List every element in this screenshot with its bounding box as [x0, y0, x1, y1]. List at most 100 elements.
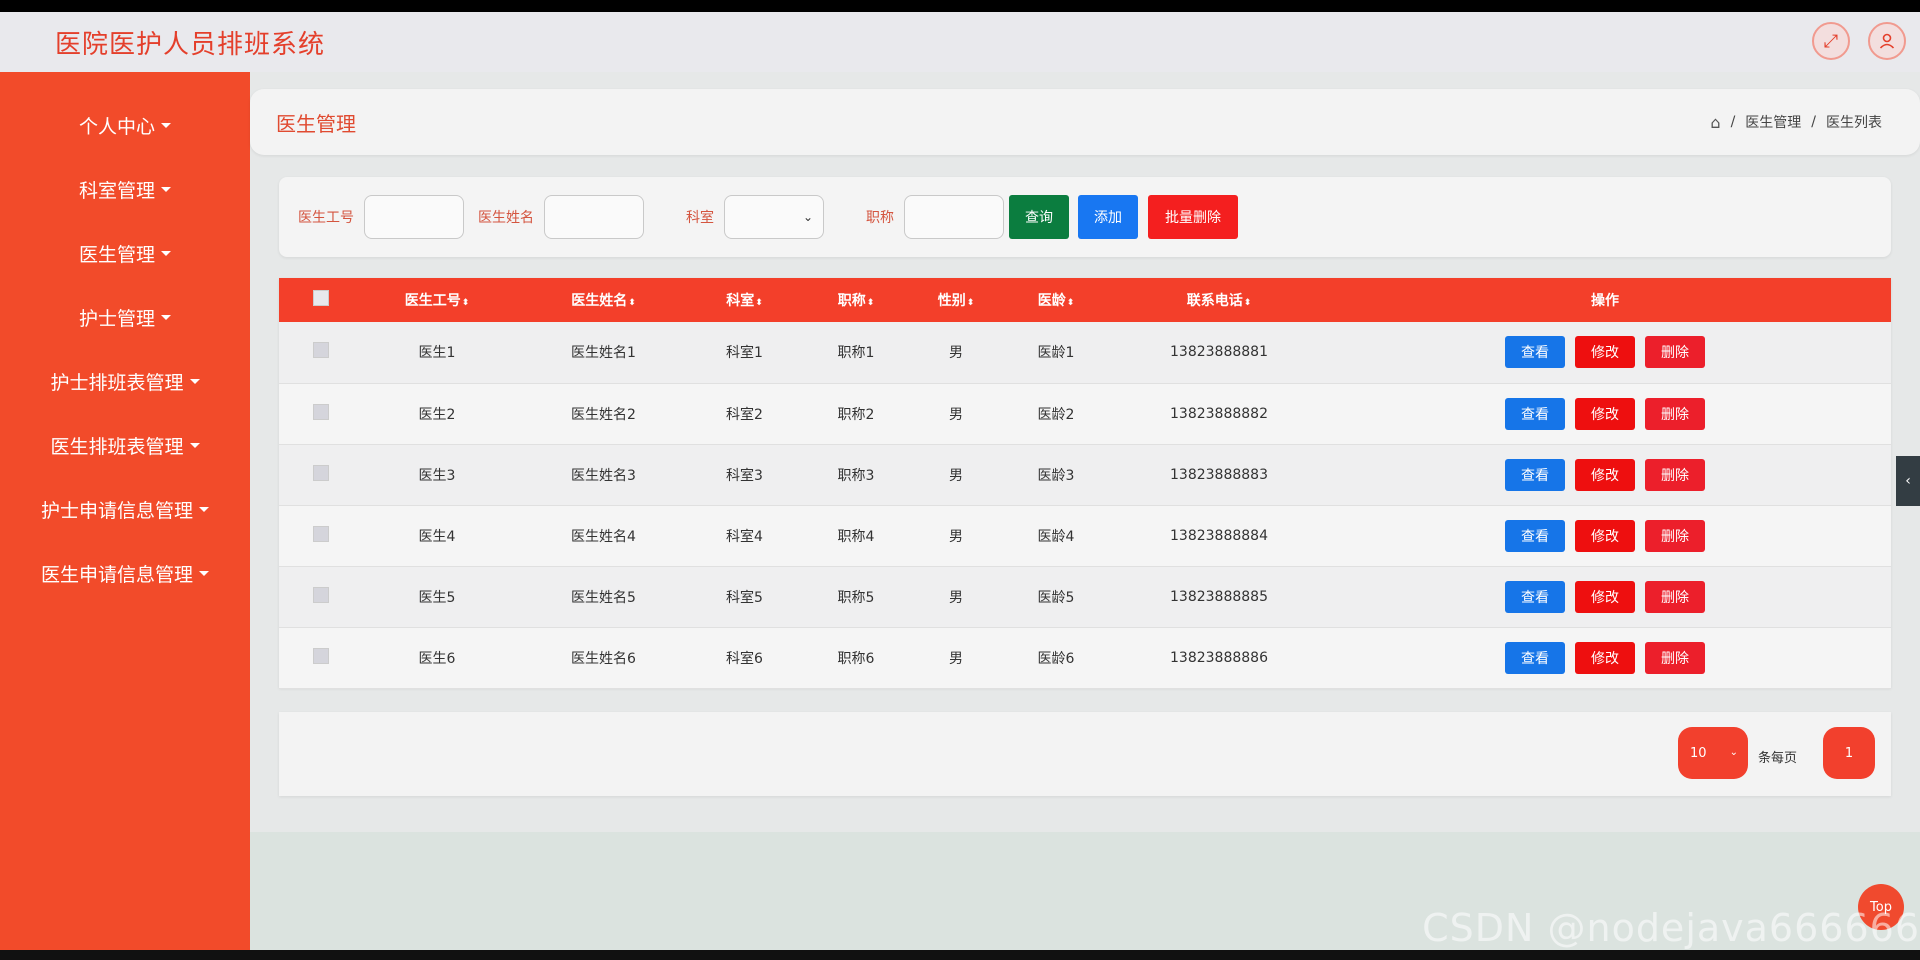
collapse-panel-icon[interactable]: ‹ [1896, 456, 1920, 506]
view-button[interactable]: 查看 [1505, 580, 1565, 613]
sidebar-item-doctor-application[interactable]: 医生申请信息管理 [0, 541, 250, 605]
delete-button[interactable]: 删除 [1645, 336, 1705, 369]
doctor-name-label: 医生姓名 [478, 210, 534, 226]
cell-age: 医龄5 [1037, 589, 1075, 606]
delete-button[interactable]: 删除 [1645, 519, 1705, 552]
doctor-id-input[interactable] [364, 195, 464, 239]
department-label: 科室 [686, 210, 714, 226]
cell-gender: 男 [949, 406, 963, 423]
cell-dept: 科室2 [726, 406, 763, 423]
column-header[interactable]: 联系电话⬍ [1119, 278, 1319, 322]
delete-button[interactable]: 删除 [1645, 458, 1705, 491]
column-header[interactable]: 科室⬍ [696, 278, 793, 322]
view-button[interactable]: 查看 [1505, 458, 1565, 491]
cell-gender: 男 [949, 589, 963, 606]
caret-down-icon [161, 122, 171, 128]
main-content: 医生管理 ⌂ / 医生管理 / 医生列表 医生工号 医生姓名 科室 ⌄ 职称 查… [250, 72, 1920, 950]
view-button[interactable]: 查看 [1505, 519, 1565, 552]
delete-button[interactable]: 删除 [1645, 397, 1705, 430]
top-icons: ⤢ [1812, 22, 1906, 60]
caret-down-icon [199, 506, 209, 512]
bottom-bar [0, 950, 1920, 960]
add-button[interactable]: 添加 [1078, 195, 1138, 239]
sidebar-item-nurse[interactable]: 护士管理 [0, 285, 250, 349]
cell-name: 医生姓名3 [571, 467, 636, 484]
cell-phone: 13823888883 [1170, 466, 1268, 483]
pagination: 10 ⌄ 条每页 1 [279, 712, 1891, 796]
cell-dept: 科室3 [726, 467, 763, 484]
column-header[interactable]: 职称⬍ [793, 278, 919, 322]
row-checkbox[interactable] [313, 647, 329, 664]
sidebar-item-department[interactable]: 科室管理 [0, 157, 250, 221]
cell-title: 职称4 [837, 528, 875, 545]
cell-age: 医龄1 [1037, 345, 1075, 362]
view-button[interactable]: 查看 [1505, 641, 1565, 674]
column-header[interactable]: 医生姓名⬍ [511, 278, 696, 322]
column-header[interactable]: 医生工号⬍ [363, 278, 511, 322]
column-header[interactable]: 性别⬍ [919, 278, 993, 322]
sidebar-item-nurse-schedule[interactable]: 护士排班表管理 [0, 349, 250, 413]
row-checkbox[interactable] [313, 586, 329, 603]
column-header[interactable]: 医龄⬍ [993, 278, 1119, 322]
cell-id: 医生1 [418, 345, 456, 362]
delete-button[interactable]: 删除 [1645, 580, 1705, 613]
cell-phone: 13823888884 [1170, 527, 1268, 544]
search-form: 医生工号 医生姓名 科室 ⌄ 职称 查询 添加 批量删除 [279, 177, 1891, 257]
cell-dept: 科室4 [726, 528, 763, 545]
caret-down-icon [161, 314, 171, 320]
edit-button[interactable]: 修改 [1575, 580, 1635, 613]
table-row: 医生2 医生姓名2 科室2 职称2 男 医龄2 13823888882 查看 修改… [279, 383, 1891, 444]
table-row: 医生4 医生姓名4 科室4 职称4 男 医龄4 13823888884 查看 修改… [279, 505, 1891, 566]
caret-down-icon [161, 186, 171, 192]
sort-icon: ⬍ [866, 298, 875, 308]
edit-button[interactable]: 修改 [1575, 397, 1635, 430]
table-row: 医生3 医生姓名3 科室3 职称3 男 医龄3 13823888883 查看 修改… [279, 444, 1891, 505]
department-select[interactable]: ⌄ [724, 195, 824, 239]
edit-button[interactable]: 修改 [1575, 458, 1635, 491]
sort-icon: ⬍ [966, 298, 975, 308]
caret-down-icon [199, 570, 209, 576]
edit-button[interactable]: 修改 [1575, 336, 1635, 369]
cell-title: 职称3 [837, 467, 875, 484]
edit-button[interactable]: 修改 [1575, 519, 1635, 552]
row-checkbox[interactable] [313, 525, 329, 542]
cell-phone: 13823888885 [1170, 588, 1268, 605]
delete-button[interactable]: 删除 [1645, 641, 1705, 674]
page-number-button[interactable]: 1 [1823, 727, 1875, 779]
per-page-label: 条每页 [1758, 751, 1798, 766]
batch-delete-button[interactable]: 批量删除 [1148, 195, 1238, 239]
sort-icon: ⬍ [628, 298, 636, 308]
cell-title: 职称1 [837, 345, 875, 362]
home-icon[interactable]: ⌂ [1710, 113, 1720, 132]
cell-age: 医龄2 [1037, 406, 1075, 423]
title-input[interactable] [904, 195, 1004, 239]
title-label: 职称 [866, 210, 894, 226]
view-button[interactable]: 查看 [1505, 397, 1565, 430]
page-header: 医生管理 ⌂ / 医生管理 / 医生列表 [250, 89, 1920, 155]
user-icon[interactable] [1868, 22, 1906, 60]
cell-phone: 13823888886 [1170, 649, 1268, 666]
row-checkbox[interactable] [313, 464, 329, 481]
expand-icon[interactable]: ⤢ [1812, 22, 1850, 60]
chevron-down-icon: ⌄ [1729, 747, 1738, 758]
caret-down-icon [161, 250, 171, 256]
column-header-actions: 操作 [1591, 293, 1619, 309]
query-button[interactable]: 查询 [1009, 195, 1069, 239]
sidebar-item-nurse-application[interactable]: 护士申请信息管理 [0, 477, 250, 541]
page-size-select[interactable]: 10 ⌄ [1678, 727, 1748, 779]
select-all-checkbox[interactable] [313, 290, 329, 306]
cell-age: 医龄4 [1037, 528, 1075, 545]
cell-age: 医龄3 [1037, 467, 1075, 484]
view-button[interactable]: 查看 [1505, 336, 1565, 369]
sidebar-item-personal-center[interactable]: 个人中心 [0, 93, 250, 157]
cell-age: 医龄6 [1037, 650, 1075, 667]
edit-button[interactable]: 修改 [1575, 641, 1635, 674]
row-checkbox[interactable] [313, 403, 329, 420]
caret-down-icon [189, 442, 200, 448]
row-checkbox[interactable] [313, 342, 329, 359]
breadcrumb-item[interactable]: 医生管理 [1745, 112, 1801, 132]
doctor-name-input[interactable] [544, 195, 644, 239]
sidebar-item-doctor[interactable]: 医生管理 [0, 221, 250, 285]
cell-dept: 科室5 [726, 589, 763, 606]
sidebar-item-doctor-schedule[interactable]: 医生排班表管理 [0, 413, 250, 477]
